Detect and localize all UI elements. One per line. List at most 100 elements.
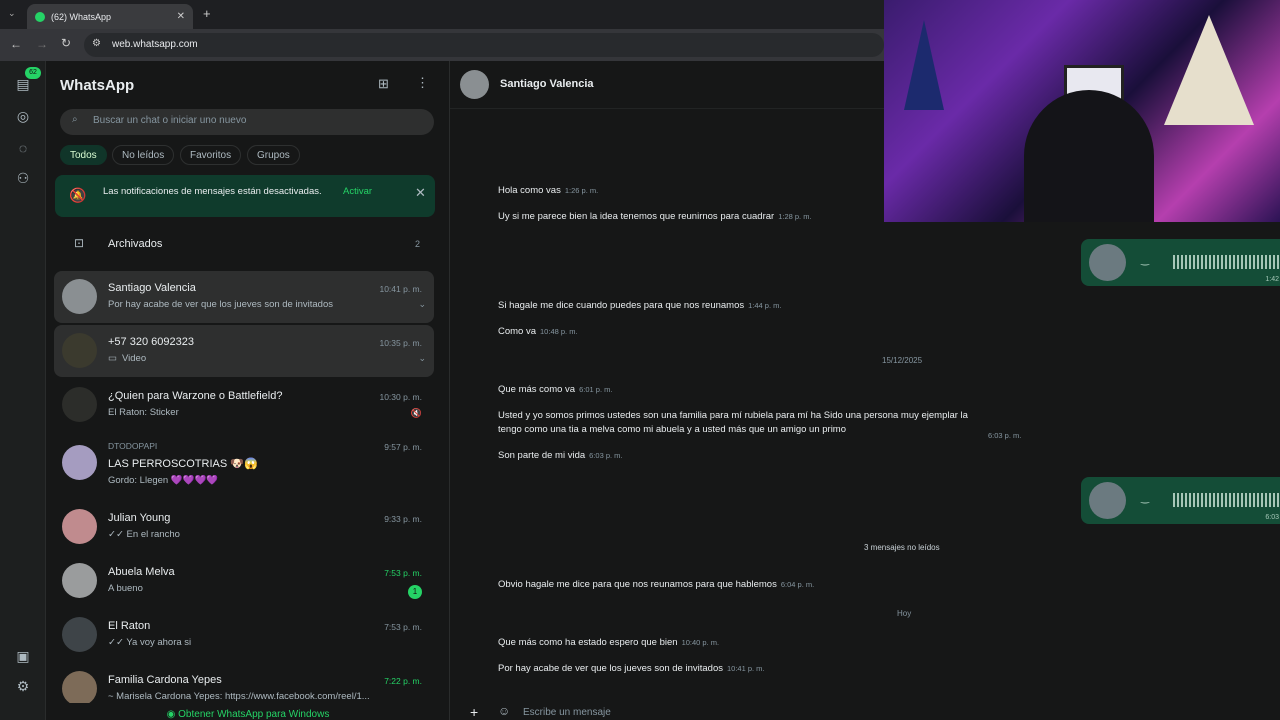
voice-message-outgoing[interactable]: ‿ 1:42 xyxy=(1081,239,1280,286)
chats-icon[interactable]: ▤ 62 xyxy=(12,67,41,95)
message-incoming[interactable]: Que más como ha estado espero que bien 10… xyxy=(498,637,719,648)
date-separator: 15/12/2025 xyxy=(882,356,923,365)
forward-icon[interactable]: → xyxy=(36,37,48,51)
chat-row-warzone[interactable]: ¿Quien para Warzone o Battlefield? El Ra… xyxy=(54,379,434,431)
message-text: Hola como vas xyxy=(498,185,561,196)
chat-row-santiago[interactable]: Santiago Valencia Por hay acabe de ver q… xyxy=(54,271,434,323)
whatsapp-favicon-icon xyxy=(35,11,45,22)
archived-row[interactable]: ⊡ Archivados 2 xyxy=(54,227,434,263)
avatar xyxy=(62,563,97,598)
chat-row-phone[interactable]: +57 320 6092323 ▭ Video 10:35 p. m. ⌄ xyxy=(54,325,434,377)
chevron-down-icon[interactable]: ⌄ xyxy=(418,353,426,364)
message-incoming[interactable]: Obvio hagale me dice para que nos reunam… xyxy=(498,579,814,590)
chat-name: Santiago Valencia xyxy=(108,282,196,294)
media-icon[interactable]: ▣ xyxy=(12,645,34,667)
chevron-down-icon[interactable]: ⌄ xyxy=(418,299,426,310)
close-tab-icon[interactable]: ✕ xyxy=(177,11,185,22)
chat-preview: A bueno xyxy=(108,583,143,594)
settings-icon[interactable]: ⚙ xyxy=(12,675,34,697)
archive-icon: ⊡ xyxy=(74,236,85,250)
filter-todos[interactable]: Todos xyxy=(60,145,107,165)
url-field[interactable]: ⚙ web.whatsapp.com xyxy=(84,33,884,57)
message-incoming[interactable]: Si hagale me dice cuando puedes para que… xyxy=(498,300,781,311)
chat-time: 7:53 p. m. xyxy=(384,568,422,578)
bell-off-icon: 🔕 xyxy=(69,187,87,203)
archived-label: Archivados xyxy=(108,238,163,250)
new-chat-icon[interactable]: ⊞ xyxy=(378,76,389,92)
contact-name[interactable]: Santiago Valencia xyxy=(500,78,594,90)
message-incoming[interactable]: Que más como va 6:01 p. m. xyxy=(498,384,612,395)
muted-icon: 🔇 xyxy=(410,408,422,418)
archived-count: 2 xyxy=(414,239,420,249)
emoji-icon[interactable]: ☺ xyxy=(498,704,510,718)
avatar xyxy=(62,279,97,314)
message-incoming[interactable]: Por hay acabe de ver que los jueves son … xyxy=(498,663,765,674)
attach-icon[interactable]: + xyxy=(470,704,478,720)
nav-rail: ▤ 62 ◎ ◌ ⚇ ▣ ⚙ xyxy=(0,61,46,720)
footer-link-text: Obtener WhatsApp para Windows xyxy=(178,709,330,720)
message-incoming[interactable]: Hola como vas 1:26 p. m. xyxy=(498,185,598,196)
compose-bar: + ☺ Escribe un mensaje xyxy=(450,700,1280,720)
notifications-banner: 🔕 Las notificaciones de mensajes están d… xyxy=(55,175,435,217)
message-text: Obvio hagale me dice para que nos reunam… xyxy=(498,579,777,590)
chat-time: 10:41 p. m. xyxy=(379,284,422,294)
message-incoming[interactable]: Como va 10:48 p. m. xyxy=(498,326,578,337)
avatar[interactable] xyxy=(460,70,489,99)
message-time: 1:28 p. m. xyxy=(778,212,812,221)
close-icon[interactable]: ✕ xyxy=(415,185,426,201)
search-input[interactable]: ⌕ Buscar un chat o iniciar uno nuevo xyxy=(60,109,434,135)
message-text: Que más como ha estado espero que bien xyxy=(498,637,678,648)
message-text: Si hagale me dice cuando puedes para que… xyxy=(498,300,745,311)
message-incoming[interactable]: Usted y yo somos primos ustedes son una … xyxy=(498,410,968,435)
chat-preview: ✓✓ En el rancho xyxy=(108,529,180,540)
channels-icon[interactable]: ◌ xyxy=(12,137,34,159)
filter-no-leidos[interactable]: No leídos xyxy=(112,145,175,165)
chat-row-julian[interactable]: Julian Young ✓✓ En el rancho 9:33 p. m. xyxy=(54,501,434,553)
message-text: Usted y yo somos primos ustedes son una … xyxy=(498,410,968,421)
chat-row-perroscotrias[interactable]: DTODOPAPI LAS PERROSCOTRIAS 🐶😱 Gordo: Ll… xyxy=(54,433,434,495)
chat-row-abuela[interactable]: Abuela Melva A bueno 7:53 p. m. 1 xyxy=(54,555,434,607)
menu-icon[interactable]: ⋮ xyxy=(416,75,429,91)
filter-favoritos[interactable]: Favoritos xyxy=(180,145,242,165)
tab-list-icon[interactable]: ⌄ xyxy=(8,8,16,19)
message-time: 10:48 p. m. xyxy=(540,327,578,336)
app-title: WhatsApp xyxy=(60,77,135,94)
waveform[interactable] xyxy=(1173,255,1280,269)
chat-preview: Gordo: Llegen 💜💜💜💜 xyxy=(108,475,219,486)
url-text: web.whatsapp.com xyxy=(112,39,198,50)
reload-icon[interactable]: ↻ xyxy=(61,36,71,50)
site-info-icon[interactable]: ⚙ xyxy=(92,38,101,49)
play-icon[interactable]: ‿ xyxy=(1141,493,1149,504)
back-icon[interactable]: ← xyxy=(10,37,22,51)
status-icon[interactable]: ◎ xyxy=(12,105,34,127)
message-text-line2: tengo como una tia a melva como mi abuel… xyxy=(498,424,846,435)
waveform[interactable] xyxy=(1173,493,1280,507)
unread-badge: 1 xyxy=(408,585,422,599)
poster xyxy=(1164,15,1254,125)
chat-row-raton[interactable]: El Raton ✓✓ Ya voy ahora si 7:53 p. m. xyxy=(54,609,434,661)
unread-separator: 3 mensajes no leídos xyxy=(864,543,940,552)
avatar xyxy=(62,671,97,706)
message-incoming[interactable]: Uy si me parece bien la idea tenemos que… xyxy=(498,211,812,222)
message-time: 1:26 p. m. xyxy=(564,186,599,195)
chats-badge: 62 xyxy=(25,67,41,79)
chat-preview: El Raton: Sticker xyxy=(108,407,179,418)
chat-list-panel: WhatsApp ⊞ ⋮ ⌕ Buscar un chat o iniciar … xyxy=(46,61,450,720)
communities-icon[interactable]: ⚇ xyxy=(12,167,34,189)
activate-link[interactable]: Activar xyxy=(343,186,372,197)
chat-preview: ✓✓ Ya voy ahora si xyxy=(108,637,192,648)
message-time: 10:41 p. m. xyxy=(726,664,765,673)
voice-message-outgoing[interactable]: ‿ 6:03 xyxy=(1081,477,1280,524)
message-time: 6:03 p. m. xyxy=(589,451,623,460)
chat-time: 7:22 p. m. xyxy=(384,676,422,686)
get-windows-app-link[interactable]: ◉ Obtener WhatsApp para Windows xyxy=(46,703,449,720)
new-tab-icon[interactable]: + xyxy=(203,6,211,21)
message-incoming[interactable]: Son parte de mi vida 6:03 p. m. xyxy=(498,450,623,461)
message-input[interactable]: Escribe un mensaje xyxy=(523,707,611,718)
default-avatar-icon xyxy=(62,617,97,652)
play-icon[interactable]: ‿ xyxy=(1141,255,1149,266)
filter-grupos[interactable]: Grupos xyxy=(247,145,300,165)
notification-text: Las notificaciones de mensajes están des… xyxy=(103,186,322,197)
browser-tab[interactable]: (62) WhatsApp ✕ xyxy=(27,4,193,29)
chat-time: 9:57 p. m. xyxy=(384,442,422,452)
